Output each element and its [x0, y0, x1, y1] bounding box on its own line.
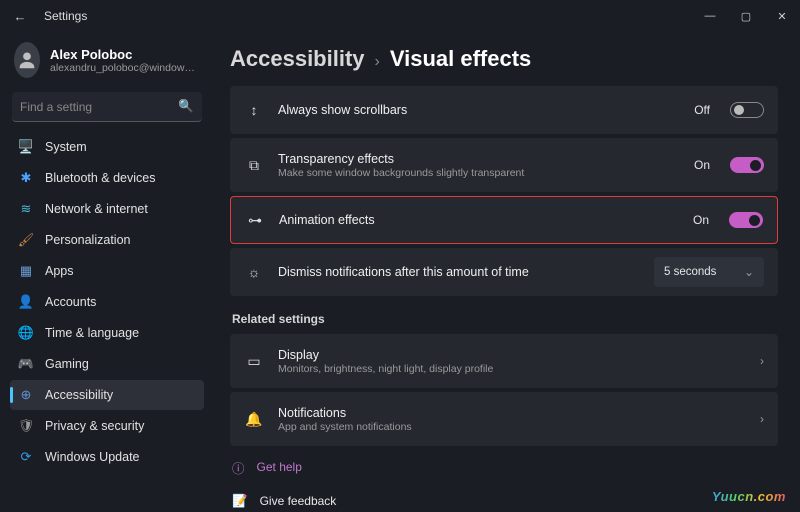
- give-feedback-link[interactable]: 📝 Give feedback: [230, 484, 778, 512]
- nav-label: System: [45, 140, 87, 154]
- toggle-state: On: [694, 158, 710, 172]
- setting-dismiss-notifications: ☼ Dismiss notifications after this amoun…: [230, 248, 778, 296]
- setting-transparency: ⧉ Transparency effects Make some window …: [230, 138, 778, 192]
- nav-icon: 🖥️: [18, 139, 34, 155]
- animation-toggle[interactable]: [729, 212, 763, 228]
- link-label: Give feedback: [260, 494, 337, 508]
- search-box[interactable]: 🔍: [12, 92, 202, 122]
- setting-scrollbars: ↕ Always show scrollbars Off: [230, 86, 778, 134]
- related-subtitle: Monitors, brightness, night light, displ…: [278, 363, 746, 375]
- nav-icon: ⊕: [18, 387, 34, 403]
- close-button[interactable]: ✕: [764, 0, 800, 32]
- avatar: [14, 42, 40, 78]
- scrollbars-toggle[interactable]: [730, 102, 764, 118]
- transparency-toggle[interactable]: [730, 157, 764, 173]
- nav-item-accessibility[interactable]: ⊕ Accessibility: [10, 380, 204, 410]
- nav-icon: ⟳: [18, 449, 34, 465]
- related-heading: Related settings: [232, 312, 778, 326]
- search-input[interactable]: [20, 100, 178, 114]
- setting-title: Always show scrollbars: [278, 103, 680, 117]
- setting-title: Dismiss notifications after this amount …: [278, 265, 640, 279]
- setting-animation: ⊶ Animation effects On: [230, 196, 778, 244]
- breadcrumb: Accessibility › Visual effects: [230, 46, 778, 72]
- chevron-right-icon: ›: [760, 354, 764, 368]
- nav-item-system[interactable]: 🖥️ System: [10, 132, 204, 162]
- chevron-right-icon: ›: [375, 53, 380, 71]
- user-name: Alex Poloboc: [50, 47, 200, 62]
- bell-icon: 🔔: [244, 411, 264, 428]
- related-title: Display: [278, 348, 746, 362]
- nav-label: Privacy & security: [45, 419, 144, 433]
- watermark: Yuucn.com: [712, 489, 786, 504]
- nav-label: Gaming: [45, 357, 89, 371]
- nav-label: Accounts: [45, 295, 96, 309]
- nav-label: Apps: [45, 264, 74, 278]
- nav-item-gaming[interactable]: 🎮 Gaming: [10, 349, 204, 379]
- toggle-state: Off: [694, 103, 710, 117]
- nav-label: Network & internet: [45, 202, 148, 216]
- maximize-button[interactable]: ▢: [728, 0, 764, 32]
- nav-label: Bluetooth & devices: [45, 171, 156, 185]
- nav-item-privacy-security[interactable]: 🛡 Privacy & security: [10, 411, 204, 441]
- related-subtitle: App and system notifications: [278, 421, 746, 433]
- nav-label: Windows Update: [45, 450, 140, 464]
- related-display[interactable]: ▭ Display Monitors, brightness, night li…: [230, 334, 778, 388]
- display-icon: ▭: [244, 353, 264, 370]
- user-block[interactable]: Alex Poloboc alexandru_poloboc@windowsre…: [10, 38, 204, 90]
- scrollbars-icon: ↕: [244, 102, 264, 118]
- brightness-icon: ☼: [244, 264, 264, 280]
- nav-label: Accessibility: [45, 388, 113, 402]
- link-label: Get help: [257, 460, 302, 474]
- sidebar: Alex Poloboc alexandru_poloboc@windowsre…: [0, 32, 212, 512]
- nav-item-network-internet[interactable]: ≋ Network & internet: [10, 194, 204, 224]
- minimize-button[interactable]: ―: [692, 0, 728, 32]
- dismiss-duration-select[interactable]: 5 seconds ⌄: [654, 257, 764, 287]
- related-title: Notifications: [278, 406, 746, 420]
- related-notifications[interactable]: 🔔 Notifications App and system notificat…: [230, 392, 778, 446]
- animation-icon: ⊶: [245, 212, 265, 229]
- nav-item-personalization[interactable]: 🖌 Personalization: [10, 225, 204, 255]
- chevron-right-icon: ›: [760, 412, 764, 426]
- nav-icon: 🖌: [18, 232, 34, 248]
- nav-label: Time & language: [45, 326, 139, 340]
- transparency-icon: ⧉: [244, 157, 264, 174]
- nav-item-accounts[interactable]: 👤 Accounts: [10, 287, 204, 317]
- select-value: 5 seconds: [664, 266, 716, 278]
- nav-icon: 🎮: [18, 356, 34, 372]
- content-area: Accessibility › Visual effects ↕ Always …: [212, 32, 800, 512]
- search-icon: 🔍: [178, 99, 194, 114]
- nav-icon: 🛡: [18, 418, 34, 434]
- nav-item-bluetooth-devices[interactable]: ✱ Bluetooth & devices: [10, 163, 204, 193]
- nav-item-apps[interactable]: ▦ Apps: [10, 256, 204, 286]
- nav-label: Personalization: [45, 233, 130, 247]
- nav-icon: ▦: [18, 263, 34, 279]
- user-email: alexandru_poloboc@windowsreport...: [50, 62, 200, 74]
- breadcrumb-parent[interactable]: Accessibility: [230, 46, 365, 72]
- nav-item-windows-update[interactable]: ⟳ Windows Update: [10, 442, 204, 472]
- title-bar: ← Settings ― ▢ ✕: [0, 0, 800, 32]
- setting-title: Transparency effects: [278, 152, 680, 166]
- setting-subtitle: Make some window backgrounds slightly tr…: [278, 167, 680, 179]
- nav-item-time-language[interactable]: 🌐 Time & language: [10, 318, 204, 348]
- setting-title: Animation effects: [279, 213, 679, 227]
- nav-icon: 👤: [18, 294, 34, 310]
- feedback-icon: 📝: [232, 494, 248, 509]
- get-help-link[interactable]: ⓘ Get help: [230, 450, 778, 484]
- toggle-state: On: [693, 213, 709, 227]
- window-title: Settings: [44, 9, 87, 23]
- nav-icon: 🌐: [18, 325, 34, 341]
- chevron-down-icon: ⌄: [744, 265, 754, 279]
- back-button[interactable]: ←: [10, 9, 30, 24]
- breadcrumb-current: Visual effects: [390, 46, 531, 72]
- nav-icon: ≋: [18, 201, 34, 217]
- nav-list: 🖥️ System ✱ Bluetooth & devices ≋ Network & i…: [10, 132, 204, 472]
- help-icon: ⓘ: [232, 458, 245, 477]
- nav-icon: ✱: [18, 170, 34, 186]
